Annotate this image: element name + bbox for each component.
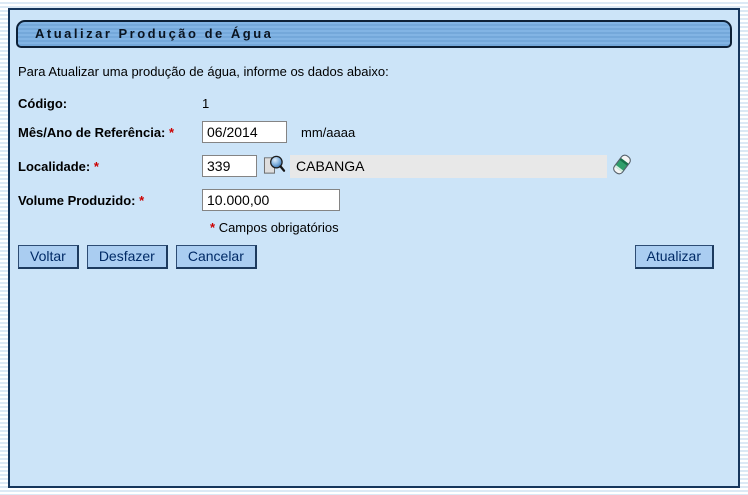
desfazer-button[interactable]: Desfazer (87, 245, 168, 269)
localidade-name-field: CABANGA (290, 155, 607, 178)
mes-ano-label: Mês/Ano de Referência: * (18, 125, 202, 140)
atualizar-button[interactable]: Atualizar (635, 245, 714, 269)
required-asterisk: * (94, 159, 99, 174)
mes-ano-format-hint: mm/aaaa (301, 125, 355, 140)
volume-label: Volume Produzido: * (18, 193, 202, 208)
page-title-label: Atualizar Produção de Água (35, 26, 273, 41)
form-content: Para Atualizar uma produção de água, inf… (10, 64, 738, 269)
codigo-row: Código: 1 (18, 91, 730, 115)
cancelar-button[interactable]: Cancelar (176, 245, 257, 269)
codigo-label: Código: (18, 96, 202, 111)
required-fields-note: * Campos obrigatórios (210, 220, 730, 235)
volume-label-text: Volume Produzido: (18, 193, 135, 208)
required-asterisk: * (169, 125, 174, 140)
volume-row: Volume Produzido: * (18, 188, 730, 212)
required-asterisk: * (210, 220, 215, 235)
codigo-value: 1 (202, 96, 209, 111)
mes-ano-label-text: Mês/Ano de Referência: (18, 125, 165, 140)
localidade-label-text: Localidade: (18, 159, 90, 174)
localidade-clear-button[interactable] (612, 152, 632, 180)
mes-ano-input[interactable] (202, 121, 287, 143)
volume-input[interactable] (202, 189, 340, 211)
voltar-button[interactable]: Voltar (18, 245, 79, 269)
localidade-label: Localidade: * (18, 159, 202, 174)
intro-text: Para Atualizar uma produção de água, inf… (18, 64, 730, 79)
localidade-row: Localidade: * (18, 152, 730, 180)
search-icon (262, 154, 286, 178)
page-title: Atualizar Produção de Água (16, 20, 732, 48)
mes-ano-row: Mês/Ano de Referência: * mm/aaaa (18, 120, 730, 144)
page-background: { "header": { "title": "Atualizar Produç… (0, 0, 748, 495)
required-note-text: Campos obrigatórios (219, 220, 339, 235)
localidade-search-button[interactable] (262, 154, 286, 178)
required-asterisk: * (139, 193, 144, 208)
form-panel: Atualizar Produção de Água Para Atualiza… (8, 8, 740, 488)
localidade-code-input[interactable] (202, 155, 257, 177)
eraser-icon (612, 152, 632, 180)
buttons-row: Voltar Desfazer Cancelar Atualizar (18, 245, 730, 269)
